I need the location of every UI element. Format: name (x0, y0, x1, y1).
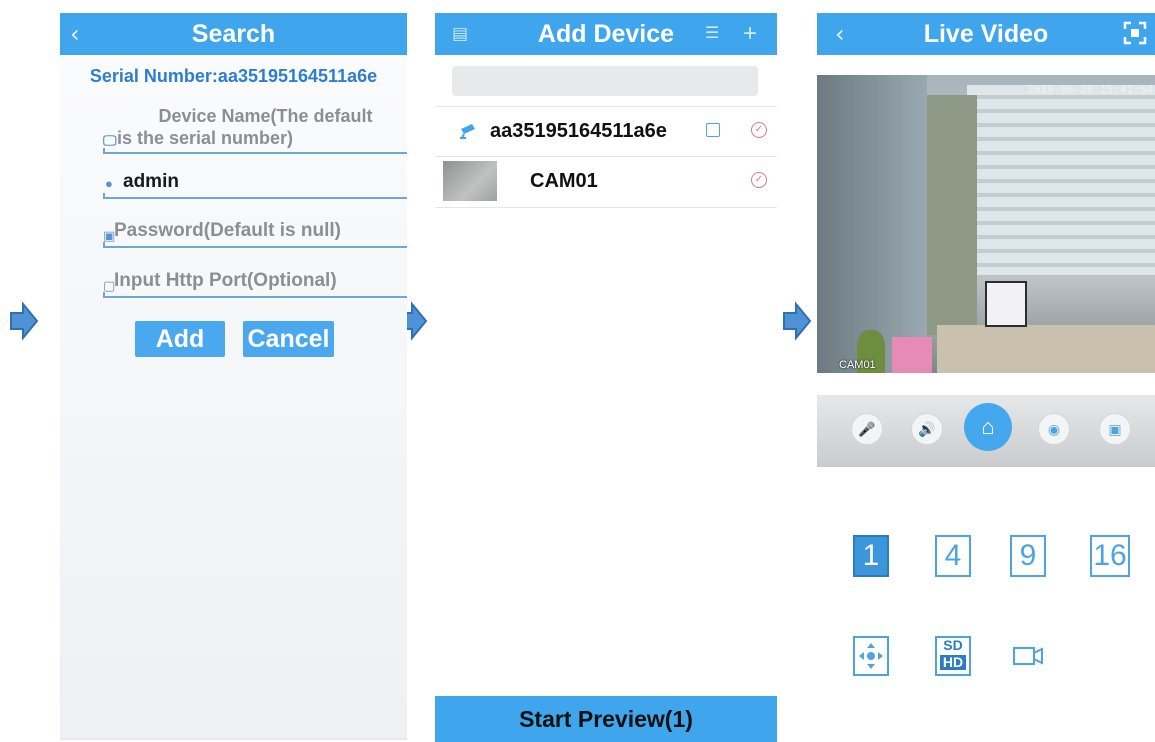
http-port-field[interactable]: ▢ Input Http Port(Optional) (103, 268, 407, 298)
sd-hd-toggle[interactable]: SD HD (935, 636, 971, 676)
page-title: Add Device (537, 20, 675, 48)
device-name-placeholder-line2: is the serial number) (117, 128, 294, 148)
sort-icon[interactable]: ☰ (705, 13, 719, 55)
split-16-button[interactable]: 16 (1090, 535, 1130, 577)
http-port-placeholder: Input Http Port(Optional) (114, 270, 337, 291)
camera-label: CAM01 (839, 359, 876, 371)
device-row[interactable]: CAM01 ✓ (435, 157, 777, 205)
device-name-placeholder-line1: Device Name(The default (158, 106, 373, 126)
device-row[interactable]: aa35195164511a6e ✓ (435, 107, 777, 155)
home-icon[interactable]: ⌂ (964, 403, 1012, 451)
cancel-button[interactable]: Cancel (243, 321, 334, 357)
split-1-button[interactable]: 1 (853, 535, 889, 577)
password-placeholder: Password(Default is null) (114, 220, 341, 241)
video-feed[interactable]: 2019-06-26 15:41:54 CAM01 (817, 75, 1155, 373)
title-bar: ‹ Live Video (817, 13, 1155, 55)
edit-icon[interactable] (706, 123, 720, 137)
video-toolbar: 🎤 🔊 ⌂ ◉ ▣ (817, 395, 1155, 467)
input-underline (103, 193, 407, 199)
video-pillar (927, 95, 977, 335)
microphone-icon[interactable]: 🎤 (851, 413, 883, 445)
input-underline (103, 148, 407, 154)
camera-snapshot-icon[interactable]: ◉ (1038, 413, 1070, 445)
video-pink-screen (892, 337, 932, 373)
password-field[interactable]: ▣ Password(Default is null) (103, 218, 407, 248)
add-button[interactable]: Add (135, 321, 225, 357)
video-left-wall (817, 75, 927, 373)
video-timestamp: 2019-06-26 15:41:54 (1027, 83, 1153, 96)
username-value: admin (123, 171, 179, 192)
video-camera-icon[interactable] (1010, 636, 1046, 676)
page-title: Live Video (923, 20, 1049, 48)
check-circle-icon[interactable]: ✓ (751, 122, 767, 138)
speaker-icon[interactable]: 🔊 (911, 413, 943, 445)
device-name: CAM01 (530, 170, 598, 192)
video-monitor (985, 281, 1027, 327)
add-device-screen: ▤ Add Device ☰ + aa35195164511a6e ✓ CAM0… (435, 13, 777, 742)
title-bar: ‹ Search (60, 13, 407, 55)
fullscreen-icon[interactable] (1123, 21, 1147, 45)
video-desk (937, 325, 1155, 373)
camera-thumbnail (443, 161, 497, 201)
title-bar: ▤ Add Device ☰ + (435, 13, 777, 55)
split-4-button[interactable]: 4 (935, 535, 971, 577)
search-input[interactable] (452, 66, 758, 96)
split-9-button[interactable]: 9 (1010, 535, 1046, 577)
ptz-direction-icon[interactable] (853, 636, 889, 676)
input-underline (103, 242, 407, 248)
user-icon: ● (105, 176, 113, 191)
hd-label: HD (940, 655, 966, 670)
live-video-screen: ‹ Live Video 2019-06-26 15:41:54 CAM01 🎤… (817, 13, 1155, 742)
device-name: aa35195164511a6e (490, 120, 667, 142)
search-screen: ‹ Search Serial Number:aa35195164511a6e … (60, 13, 407, 740)
username-field[interactable]: ● admin (103, 171, 407, 199)
page-title: Search (191, 20, 276, 48)
video-record-icon[interactable]: ▣ (1099, 413, 1131, 445)
check-circle-icon[interactable]: ✓ (751, 172, 767, 188)
start-preview-button[interactable]: Start Preview(1) (435, 696, 777, 742)
video-glass-panel (967, 85, 1155, 275)
sd-label: SD (943, 637, 963, 653)
serial-number-label: Serial Number:aa35195164511a6e (89, 66, 378, 86)
step-arrow-icon (782, 301, 812, 341)
monitor-icon: 🖵 (103, 132, 117, 148)
divider (435, 207, 777, 208)
camera-icon (457, 119, 479, 146)
device-name-field[interactable]: Device Name(The default 🖵 is the serial … (103, 106, 407, 154)
step-arrow-icon (9, 301, 39, 341)
input-underline (103, 292, 407, 298)
plus-icon[interactable]: + (743, 13, 757, 55)
